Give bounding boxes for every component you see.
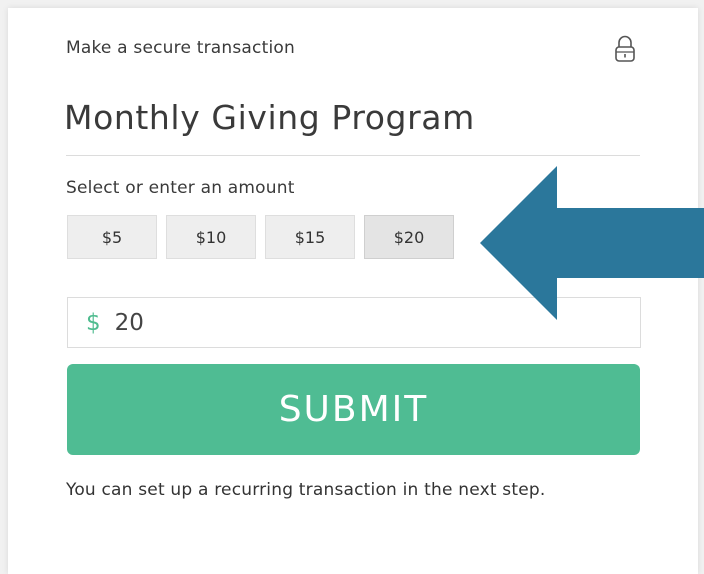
submit-button[interactable]: SUBMIT — [67, 364, 640, 455]
amount-button-group: $5 $10 $15 $20 — [67, 215, 454, 259]
page-title: Monthly Giving Program — [64, 98, 475, 137]
lock-icon — [615, 35, 635, 62]
secure-transaction-header: Make a secure transaction — [66, 38, 295, 58]
title-divider — [66, 155, 640, 156]
amount-button-10[interactable]: $10 — [166, 215, 256, 259]
recurring-note: You can set up a recurring transaction i… — [66, 480, 546, 500]
left-arrow-icon — [480, 166, 704, 320]
amount-label: Select or enter an amount — [66, 178, 295, 198]
amount-button-20[interactable]: $20 — [364, 215, 454, 259]
currency-symbol: $ — [86, 309, 101, 336]
amount-button-15[interactable]: $15 — [265, 215, 355, 259]
amount-button-5[interactable]: $5 — [67, 215, 157, 259]
